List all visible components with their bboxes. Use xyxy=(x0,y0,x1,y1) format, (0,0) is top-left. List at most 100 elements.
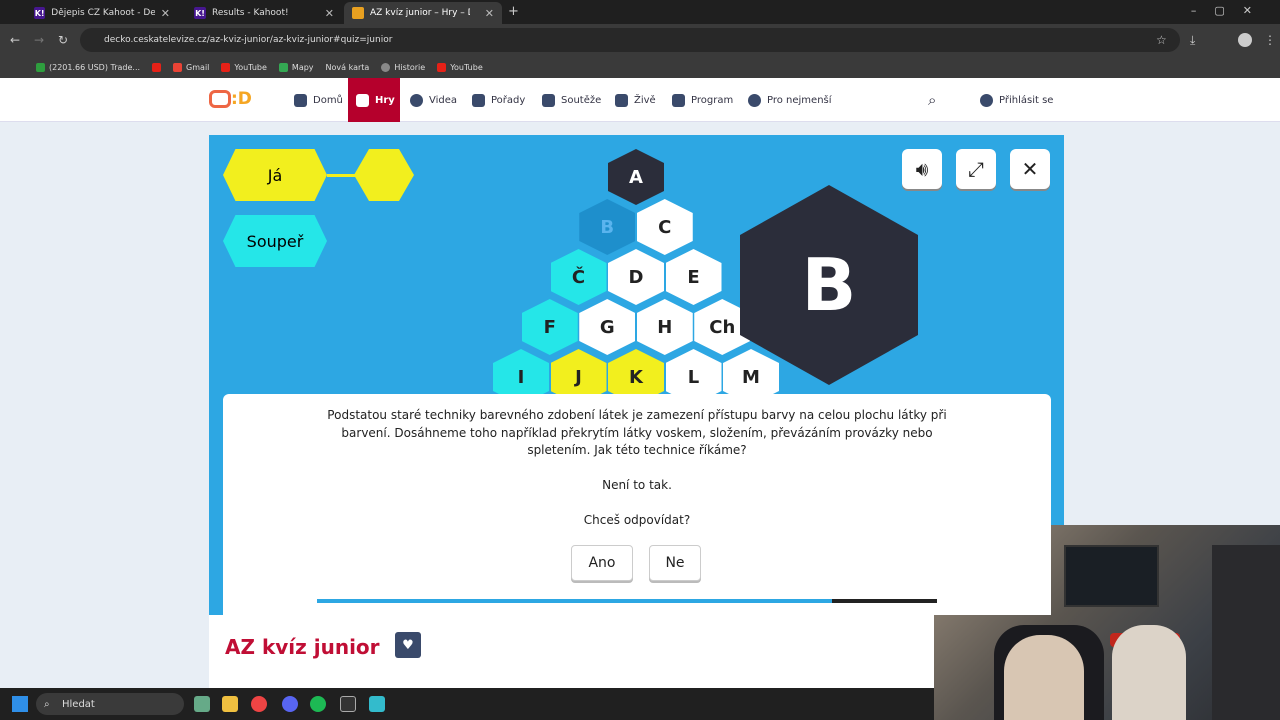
bookmark-youtube[interactable]: YouTube xyxy=(221,62,267,72)
bookmark-icon xyxy=(36,62,45,72)
logo-mark-icon xyxy=(209,90,231,108)
fullscreen-button[interactable]: ⤢ xyxy=(956,149,996,189)
kahoot-icon: K! xyxy=(194,7,206,19)
board-cell-letter: C xyxy=(658,216,672,238)
taskbar: ⌕ Hledat xyxy=(0,688,934,720)
tv-icon xyxy=(472,93,485,107)
nav-label: Hry xyxy=(375,94,395,106)
tab-title: Dějepis CZ Kahoot - Details - K xyxy=(51,8,155,18)
bookmark-youtube-2[interactable]: YouTube xyxy=(437,62,483,72)
close-tab-icon[interactable]: ✕ xyxy=(161,7,170,20)
decko-logo[interactable]: :D xyxy=(209,89,252,109)
fullscreen-icon: ⤢ xyxy=(968,157,984,181)
no-button[interactable]: Ne xyxy=(649,545,701,581)
bookmark-label: Mapy xyxy=(291,62,314,72)
forward-icon[interactable]: → xyxy=(34,33,44,47)
nav-home[interactable]: Domů xyxy=(294,78,343,122)
bookmark-label: YouTube xyxy=(450,62,483,72)
taskbar-search[interactable]: ⌕ Hledat xyxy=(36,693,184,715)
quiz-game: Já Soupeř ABCČDEFGHChIJKLMŠTUVWZŽ B 🔊︎ ⤢… xyxy=(209,135,1064,615)
folder-icon[interactable] xyxy=(222,696,238,712)
nav-games[interactable]: Hry xyxy=(348,78,400,122)
face-icon xyxy=(748,93,761,107)
board-cell[interactable]: A xyxy=(608,149,664,205)
board-cell-letter: H xyxy=(657,316,673,338)
bookmark-trade[interactable]: (2201.66 USD) Trade... xyxy=(36,62,140,72)
nav-contests[interactable]: Soutěže xyxy=(542,78,601,122)
nav-live[interactable]: Živě xyxy=(615,78,656,122)
url-text: decko.ceskatelevize.cz/az-kviz-junior/az… xyxy=(104,35,393,45)
bookmark-label: Gmail xyxy=(186,62,210,72)
bookmark-gmail[interactable]: Gmail xyxy=(173,62,210,72)
yes-button[interactable]: Ano xyxy=(571,545,633,581)
player-me-badge: Já xyxy=(223,149,327,201)
selected-letter: B xyxy=(801,243,857,327)
favorite-button[interactable]: ♥ xyxy=(395,632,421,658)
answer-prompt: Chceš odpovídat? xyxy=(583,513,691,527)
board-cell[interactable]: F xyxy=(521,299,578,355)
bookmark-youtube-mini[interactable] xyxy=(152,62,162,72)
nav-label: Pro nejmenší xyxy=(767,94,832,106)
close-tab-icon[interactable]: ✕ xyxy=(325,7,334,20)
search-placeholder: Hledat xyxy=(62,698,95,710)
tab-kahoot-details[interactable]: K! Dějepis CZ Kahoot - Details - K ✕ xyxy=(26,2,178,24)
nav-label: Živě xyxy=(634,94,656,106)
menu-icon[interactable]: ⋮ xyxy=(1264,33,1276,47)
reload-icon[interactable]: ↻ xyxy=(58,33,68,47)
bookmark-nova-karta[interactable]: Nová karta xyxy=(326,63,370,72)
nav-videos[interactable]: Videa xyxy=(410,78,457,122)
map-pin-icon xyxy=(278,62,288,72)
download-icon[interactable]: ⤓ xyxy=(1190,33,1195,48)
play-icon xyxy=(410,93,423,107)
address-bar-row: ← → ↻ decko.ceskatelevize.cz/az-kviz-jun… xyxy=(0,24,1280,56)
tab-az-kviz[interactable]: AZ kvíz junior – Hry – Déčk ✕ xyxy=(344,2,502,24)
player-opponent-badge: Soupeř xyxy=(223,215,327,267)
search-icon[interactable]: ⌕ xyxy=(928,78,936,122)
question-text: Podstatou staré techniky barevného zdobe… xyxy=(327,408,947,457)
site-nav: :D Domů Hry Videa Pořady Soutěže Živě Pr… xyxy=(0,78,1280,122)
nav-youngest[interactable]: Pro nejmenší xyxy=(748,78,832,122)
nav-shows[interactable]: Pořady xyxy=(472,78,525,122)
board-cell[interactable]: H xyxy=(636,299,693,355)
bookmark-star-icon[interactable]: ☆ xyxy=(1156,33,1167,47)
grid-icon xyxy=(672,93,685,107)
board-cell[interactable]: D xyxy=(608,249,664,305)
board-cell[interactable]: B xyxy=(579,199,636,255)
chrome-icon[interactable] xyxy=(251,696,267,712)
bookmark-label: Nová karta xyxy=(325,62,370,72)
new-tab-button[interactable]: + xyxy=(508,4,519,19)
player-opponent-label: Soupeř xyxy=(246,231,304,251)
nav-program[interactable]: Program xyxy=(672,78,733,122)
nav-label: Videa xyxy=(429,94,458,106)
windows-start-icon[interactable] xyxy=(12,696,28,712)
board-cell[interactable]: C xyxy=(636,199,693,255)
board-cell-letter: Č xyxy=(571,266,586,288)
tab-kahoot-results[interactable]: K! Results - Kahoot! ✕ xyxy=(186,2,342,24)
app-icon[interactable] xyxy=(194,696,210,712)
board-cell-letter: B xyxy=(600,216,615,238)
board-cell[interactable]: E xyxy=(665,249,722,305)
bookmark-historie[interactable]: Historie xyxy=(381,62,425,72)
profile-avatar[interactable] xyxy=(1238,33,1252,47)
epic-games-icon[interactable] xyxy=(340,696,356,712)
nav-label: Přihlásit se xyxy=(999,94,1054,106)
login-link[interactable]: Přihlásit se xyxy=(980,78,1053,122)
player-me-label: Já xyxy=(267,165,283,185)
speaker-icon: 🔊︎ xyxy=(915,157,929,181)
nav-label: Soutěže xyxy=(561,94,602,106)
close-game-button[interactable]: ✕ xyxy=(1010,149,1050,189)
window-controls[interactable]: –▢✕ xyxy=(1191,4,1270,17)
board-cell-letter: A xyxy=(629,166,643,188)
close-tab-icon[interactable]: ✕ xyxy=(485,7,494,20)
app-icon[interactable] xyxy=(369,696,385,712)
board-cell[interactable]: G xyxy=(579,299,636,355)
spotify-icon[interactable] xyxy=(310,696,326,712)
board-cell[interactable]: Č xyxy=(550,249,607,305)
back-icon[interactable]: ← xyxy=(10,33,20,47)
answer-status: Není to tak. xyxy=(602,478,672,492)
sound-button[interactable]: 🔊︎ xyxy=(902,149,942,189)
url-field[interactable]: decko.ceskatelevize.cz/az-kviz-junior/az… xyxy=(80,28,1180,52)
board-cell-letter: I xyxy=(517,366,525,388)
bookmark-mapy[interactable]: Mapy xyxy=(278,62,314,72)
discord-icon[interactable] xyxy=(282,696,298,712)
